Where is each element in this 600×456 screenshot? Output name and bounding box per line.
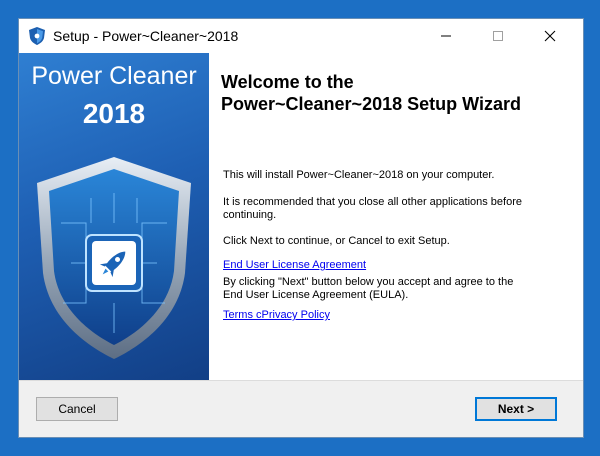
product-year: 2018 <box>82 98 146 129</box>
heading-line-2: Power~Cleaner~2018 Setup Wizard <box>221 94 521 114</box>
title-bar[interactable]: Setup - Power~Cleaner~2018 <box>19 19 583 53</box>
close-icon <box>544 30 556 42</box>
agree-line-2: End User License Agreement (EULA). <box>223 289 409 301</box>
heading-line-1: Welcome to the <box>221 72 354 92</box>
terms-privacy-link[interactable]: Terms cPrivacy Policy <box>223 309 330 322</box>
eula-link[interactable]: End User License Agreement <box>223 259 366 272</box>
cancel-button[interactable]: Cancel <box>36 397 118 421</box>
wizard-content: Welcome to the Power~Cleaner~2018 Setup … <box>209 53 583 380</box>
wizard-footer: Cancel Next > <box>19 380 583 437</box>
agree-text: By clicking "Next" button below you acce… <box>223 276 513 302</box>
agree-line-1: By clicking "Next" button below you acce… <box>223 276 514 288</box>
install-text: This will install Power~Cleaner~2018 on … <box>223 169 495 181</box>
wizard-sidebar-banner: Power Cleaner 2018 <box>19 53 209 380</box>
shield-app-icon <box>29 27 45 45</box>
wizard-heading: Welcome to the Power~Cleaner~2018 Setup … <box>221 71 521 115</box>
close-button[interactable] <box>527 19 573 53</box>
rocket-shield-icon <box>37 157 191 359</box>
maximize-icon <box>493 31 503 41</box>
next-button[interactable]: Next > <box>475 397 557 421</box>
setup-window: Setup - Power~Cleaner~2018 Power Cleaner… <box>18 18 584 438</box>
maximize-button[interactable] <box>475 19 521 53</box>
minimize-button[interactable] <box>423 19 469 53</box>
product-name: Power Cleaner <box>31 62 197 90</box>
minimize-icon <box>441 35 451 37</box>
recommend-line-2: continuing. <box>223 209 277 221</box>
window-title: Setup - Power~Cleaner~2018 <box>53 28 239 44</box>
continue-text: Click Next to continue, or Cancel to exi… <box>223 235 450 247</box>
recommend-text: It is recommended that you close all oth… <box>223 196 522 222</box>
recommend-line-1: It is recommended that you close all oth… <box>223 196 522 208</box>
